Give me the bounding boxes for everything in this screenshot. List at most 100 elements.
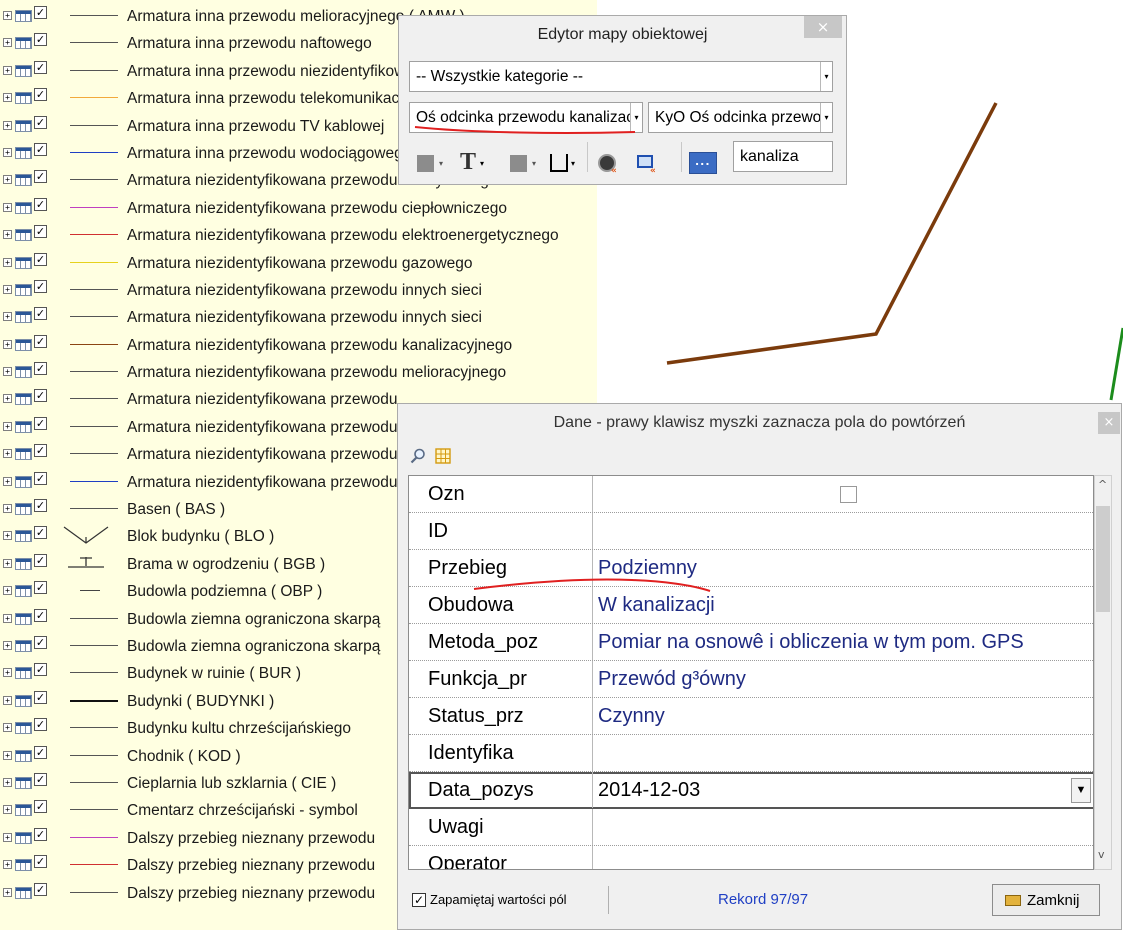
property-value[interactable] — [598, 809, 1093, 845]
expand-icon[interactable]: + — [3, 284, 12, 294]
table-icon[interactable] — [15, 338, 32, 351]
chevron-down-icon[interactable]: ▾ — [532, 159, 536, 168]
property-row[interactable]: Funkcja_pr Przewód g³ówny — [409, 661, 1093, 698]
table-icon[interactable] — [15, 475, 32, 488]
visibility-checkbox[interactable]: ✓ — [34, 197, 47, 211]
visibility-checkbox[interactable]: ✓ — [34, 362, 47, 376]
visibility-checkbox[interactable]: ✓ — [34, 882, 47, 896]
expand-icon[interactable]: + — [3, 695, 12, 705]
legend-item[interactable]: + ✓ Armatura niezidentyfikowana przewodu g… — [0, 250, 597, 277]
expand-icon[interactable]: + — [3, 421, 12, 431]
visibility-checkbox[interactable]: ✓ — [34, 663, 47, 677]
style-select[interactable]: KyO Oś odcinka przewodu ▾ — [648, 102, 833, 133]
filter-input[interactable]: kanaliza — [733, 141, 833, 172]
category-select[interactable]: -- Wszystkie kategorie -- ▾ — [409, 61, 833, 92]
expand-icon[interactable]: + — [3, 476, 12, 486]
expand-icon[interactable]: + — [3, 750, 12, 760]
table-icon[interactable] — [15, 174, 32, 187]
table-icon[interactable] — [15, 229, 32, 242]
table-icon[interactable] — [15, 256, 32, 269]
chevron-down-icon[interactable]: ▾ — [439, 159, 443, 168]
visibility-checkbox[interactable]: ✓ — [34, 60, 47, 74]
visibility-checkbox[interactable]: ✓ — [34, 690, 47, 704]
table-icon[interactable] — [15, 667, 32, 680]
table-icon[interactable] — [15, 37, 32, 50]
expand-icon[interactable]: + — [3, 120, 12, 130]
expand-icon[interactable]: + — [3, 339, 12, 349]
property-value[interactable] — [598, 846, 1093, 869]
expand-icon[interactable]: + — [3, 640, 12, 650]
chevron-down-icon[interactable]: ▾ — [820, 62, 832, 91]
expand-icon[interactable]: + — [3, 312, 12, 322]
visibility-checkbox[interactable]: ✓ — [34, 170, 47, 184]
property-value[interactable]: Czynny — [598, 698, 1093, 734]
property-value[interactable]: Przewód g³ówny — [598, 661, 1093, 697]
visibility-checkbox[interactable]: ✓ — [34, 635, 47, 649]
data-window-close-button[interactable]: × — [1098, 412, 1120, 434]
visibility-checkbox[interactable]: ✓ — [34, 553, 47, 567]
table-icon[interactable] — [15, 119, 32, 132]
table-icon[interactable] — [15, 393, 32, 406]
table-icon[interactable] — [15, 886, 32, 899]
table-icon[interactable] — [15, 311, 32, 324]
visibility-checkbox[interactable]: ✓ — [34, 142, 47, 156]
fill-color-button[interactable] — [417, 155, 434, 172]
expand-icon[interactable]: + — [3, 832, 12, 842]
table-icon[interactable] — [15, 366, 32, 379]
chevron-down-icon[interactable]: ▼ — [1071, 778, 1091, 803]
property-value[interactable] — [598, 476, 1093, 512]
table-icon[interactable] — [15, 503, 32, 516]
visibility-checkbox[interactable]: ✓ — [34, 307, 47, 321]
table-icon[interactable] — [15, 283, 32, 296]
property-value[interactable]: Pomiar na osnowê i obliczenia w tym pom.… — [598, 624, 1093, 660]
expand-icon[interactable]: + — [3, 394, 12, 404]
scroll-thumb[interactable] — [1096, 506, 1110, 612]
visibility-checkbox[interactable]: ✓ — [34, 526, 47, 540]
property-row[interactable]: Status_prz Czynny — [409, 698, 1093, 735]
table-icon[interactable] — [15, 420, 32, 433]
visibility-checkbox[interactable]: ✓ — [34, 416, 47, 430]
property-row[interactable]: Operator — [409, 846, 1093, 869]
table-icon[interactable] — [15, 585, 32, 598]
chevron-down-icon[interactable]: ▾ — [820, 103, 832, 132]
table-icon[interactable] — [15, 557, 32, 570]
chevron-down-icon[interactable]: ▾ — [480, 159, 484, 168]
line-color-button[interactable] — [510, 155, 527, 172]
property-grid-scrollbar[interactable]: ^ v — [1094, 475, 1112, 870]
scroll-up-icon[interactable]: ^ — [1098, 478, 1107, 491]
visibility-checkbox[interactable]: ✓ — [34, 389, 47, 403]
table-icon[interactable] — [15, 694, 32, 707]
visibility-checkbox[interactable]: ✓ — [34, 115, 47, 129]
table-icon[interactable] — [15, 639, 32, 652]
grid-icon[interactable] — [435, 448, 451, 464]
property-row[interactable]: ID — [409, 513, 1093, 550]
visibility-checkbox[interactable]: ✓ — [34, 855, 47, 869]
table-icon[interactable] — [15, 722, 32, 735]
chevron-down-icon[interactable]: ▾ — [571, 159, 575, 168]
expand-icon[interactable]: + — [3, 147, 12, 157]
expand-icon[interactable]: + — [3, 65, 12, 75]
visibility-checkbox[interactable]: ✓ — [34, 334, 47, 348]
visibility-checkbox[interactable]: ✓ — [34, 608, 47, 622]
table-icon[interactable] — [15, 64, 32, 77]
table-icon[interactable] — [15, 776, 32, 789]
search-icon[interactable] — [410, 448, 426, 464]
expand-icon[interactable]: + — [3, 558, 12, 568]
expand-icon[interactable]: + — [3, 860, 12, 870]
property-value[interactable] — [598, 513, 1093, 549]
legend-item[interactable]: + ✓ Armatura niezidentyfikowana przewodu m… — [0, 359, 597, 386]
table-icon[interactable] — [15, 612, 32, 625]
visibility-checkbox[interactable]: ✓ — [34, 772, 47, 786]
visibility-checkbox[interactable]: ✓ — [34, 471, 47, 485]
visibility-checkbox[interactable]: ✓ — [34, 499, 47, 513]
property-value[interactable] — [598, 735, 1093, 771]
legend-item[interactable]: + ✓ Armatura niezidentyfikowana przewodu e… — [0, 222, 597, 249]
visibility-checkbox[interactable]: ✓ — [34, 827, 47, 841]
visibility-checkbox[interactable]: ✓ — [34, 800, 47, 814]
close-button[interactable]: Zamknij — [992, 884, 1100, 916]
property-row[interactable]: Identyfika — [409, 735, 1093, 772]
visibility-checkbox[interactable]: ✓ — [34, 252, 47, 266]
more-options-button[interactable]: ... — [689, 152, 717, 174]
visibility-checkbox[interactable]: ✓ — [34, 6, 47, 19]
visibility-checkbox[interactable]: ✓ — [34, 581, 47, 595]
